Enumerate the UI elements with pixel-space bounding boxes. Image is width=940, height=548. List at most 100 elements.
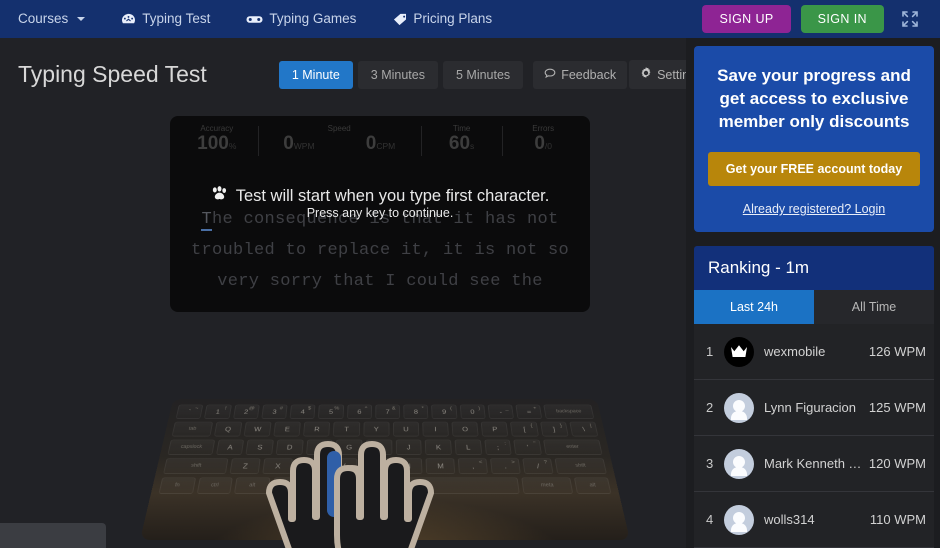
key-1[interactable]: 1!: [204, 404, 232, 419]
key-ctrl-left[interactable]: ctrl: [196, 477, 233, 494]
stat-speed-wpm-unit: WPM: [293, 141, 315, 151]
stat-accuracy: Accuracy 100%: [176, 124, 258, 154]
promo-card: Save your progress and get access to exc…: [694, 46, 934, 232]
key-slash[interactable]: /?: [522, 458, 554, 475]
key-backspace[interactable]: backspace: [543, 404, 595, 419]
stat-errors-value: 0: [534, 133, 545, 154]
mode-3-minutes[interactable]: 3 Minutes: [357, 60, 438, 89]
app-root: Courses Typing Test Typing Games Pricing…: [0, 0, 940, 548]
nav-item-typing-games[interactable]: Typing Games: [228, 0, 374, 38]
tab-all-time[interactable]: All Time: [814, 290, 934, 324]
key-minus[interactable]: - _: [487, 404, 515, 419]
tab-last-24h[interactable]: Last 24h: [694, 290, 814, 324]
stat-speed: Speed 0WPM 0CPM: [257, 124, 421, 156]
stats-row: Accuracy 100% Speed 0WPM 0CPM Time 60s E…: [170, 116, 590, 160]
ranking-title: Ranking - 1m: [694, 246, 934, 290]
key-tab[interactable]: tab: [171, 421, 213, 437]
key-8[interactable]: 8 *: [403, 404, 429, 419]
promo-title: Save your progress and get access to exc…: [717, 66, 911, 131]
rank-user-name: wexmobile: [764, 344, 826, 359]
tag-icon: [392, 13, 407, 26]
key-4[interactable]: 4 $: [289, 404, 316, 419]
key-backtick[interactable]: ` ~: [175, 404, 204, 419]
key-7[interactable]: 7 &: [375, 404, 401, 419]
key-capslock[interactable]: capslock: [167, 439, 215, 455]
comment-icon: [544, 68, 556, 82]
key-fn[interactable]: fn: [158, 477, 196, 494]
key-l[interactable]: L: [454, 439, 483, 455]
stat-speed-cpm: 0CPM: [366, 134, 395, 154]
chevron-down-icon: [77, 17, 86, 21]
download-status-bar[interactable]: [0, 523, 106, 548]
key-a[interactable]: A: [215, 439, 245, 455]
nav-actions: SIGN UP SIGN IN: [702, 0, 940, 38]
key-o[interactable]: O: [451, 421, 479, 437]
table-row[interactable]: 4 wolls314 110 WPM: [694, 492, 934, 548]
key-bracket-left[interactable]: [{: [510, 421, 539, 437]
fullscreen-icon[interactable]: [894, 9, 926, 29]
key-3[interactable]: 3 #: [261, 404, 288, 419]
nav-item-typing-games-label: Typing Games: [269, 11, 357, 26]
key-enter[interactable]: enter: [543, 439, 603, 455]
nav-item-typing-test[interactable]: Typing Test: [103, 0, 228, 38]
stat-speed-wpm: 0WPM: [283, 134, 314, 154]
key-equals[interactable]: = +: [515, 404, 543, 419]
start-notice: Test will start when you type first char…: [211, 186, 550, 206]
stat-speed-label: Speed: [327, 124, 351, 133]
key-backslash[interactable]: \ |: [569, 421, 599, 437]
stat-accuracy-unit: %: [228, 141, 237, 151]
nav-item-pricing-plans-label: Pricing Plans: [413, 11, 493, 26]
stat-time-value: 60: [448, 133, 471, 154]
already-registered-login-link[interactable]: Already registered? Login: [708, 202, 920, 216]
key-quote[interactable]: ' ": [513, 439, 543, 455]
stat-speed-values: 0WPM 0CPM: [258, 134, 421, 154]
key-semicolon[interactable]: ;:: [484, 439, 513, 455]
key-q[interactable]: Q: [213, 421, 243, 437]
key-shift-right[interactable]: shift: [554, 458, 607, 475]
nav-item-typing-test-label: Typing Test: [142, 11, 211, 26]
key-bracket-right[interactable]: ]}: [539, 421, 569, 437]
key-shift-left[interactable]: shift: [163, 458, 229, 475]
rank-position: 4: [706, 512, 714, 527]
rank-user-name: Lynn Figuracion: [764, 400, 857, 415]
mode-1-minute[interactable]: 1 Minute: [278, 60, 353, 89]
rank-position: 3: [706, 456, 714, 471]
message-area[interactable]: Test will start when you type first char…: [170, 160, 590, 312]
key-period[interactable]: . >: [490, 458, 522, 475]
key-comma[interactable]: , <: [457, 458, 489, 475]
duration-mode-group: 1 Minute 3 Minutes 5 Minutes: [278, 60, 524, 89]
sign-in-button[interactable]: SIGN IN: [800, 5, 884, 33]
sign-up-button[interactable]: SIGN UP: [702, 5, 791, 33]
stat-accuracy-value: 100: [197, 133, 229, 154]
nav-item-courses[interactable]: Courses: [0, 0, 103, 38]
nav-item-pricing-plans[interactable]: Pricing Plans: [374, 0, 510, 38]
main-header: Typing Speed Test 1 Minute 3 Minutes 5 M…: [0, 38, 714, 89]
key-2[interactable]: 2 @: [232, 404, 260, 419]
typing-line-3: very sorry that I could see the: [217, 272, 543, 291]
table-row[interactable]: 1 wexmobile 126 WPM: [694, 324, 934, 380]
key-0[interactable]: 0): [459, 404, 486, 419]
rank-user-name: wolls314: [764, 512, 815, 527]
key-6[interactable]: 6 ^: [346, 404, 372, 419]
stat-speed-cpm-unit: CPM: [376, 141, 396, 151]
rank-wpm: 110 WPM: [869, 512, 926, 527]
table-row[interactable]: 2 Lynn Figuracion 125 WPM: [694, 380, 934, 436]
ranking-list: 1 wexmobile 126 WPM 2 Lynn Figuracion 12…: [694, 324, 934, 548]
rank-user-name: Mark Kenneth T...: [764, 456, 865, 471]
key-5[interactable]: 5%: [318, 404, 344, 419]
avatar: [724, 336, 754, 367]
key-alt-right[interactable]: alt: [574, 477, 612, 494]
stat-time: Time 60s: [420, 124, 503, 156]
key-meta-right[interactable]: meta: [521, 477, 574, 494]
mode-5-minutes[interactable]: 5 Minutes: [442, 60, 524, 89]
typing-test-panel: Accuracy 100% Speed 0WPM 0CPM Time 60s E…: [170, 116, 590, 312]
stat-errors: Errors 0/0: [502, 124, 584, 156]
table-row[interactable]: 3 Mark Kenneth T... 120 WPM: [694, 436, 934, 492]
rank-position: 1: [706, 344, 714, 359]
key-9[interactable]: 9(: [431, 404, 458, 419]
key-p[interactable]: P: [480, 421, 509, 437]
feedback-button[interactable]: Feedback: [533, 60, 628, 89]
start-notice-text: Test will start when you type first char…: [235, 186, 550, 205]
get-free-account-button[interactable]: Get your FREE account today: [708, 152, 920, 186]
right-sidebar: Save your progress and get access to exc…: [686, 38, 940, 548]
